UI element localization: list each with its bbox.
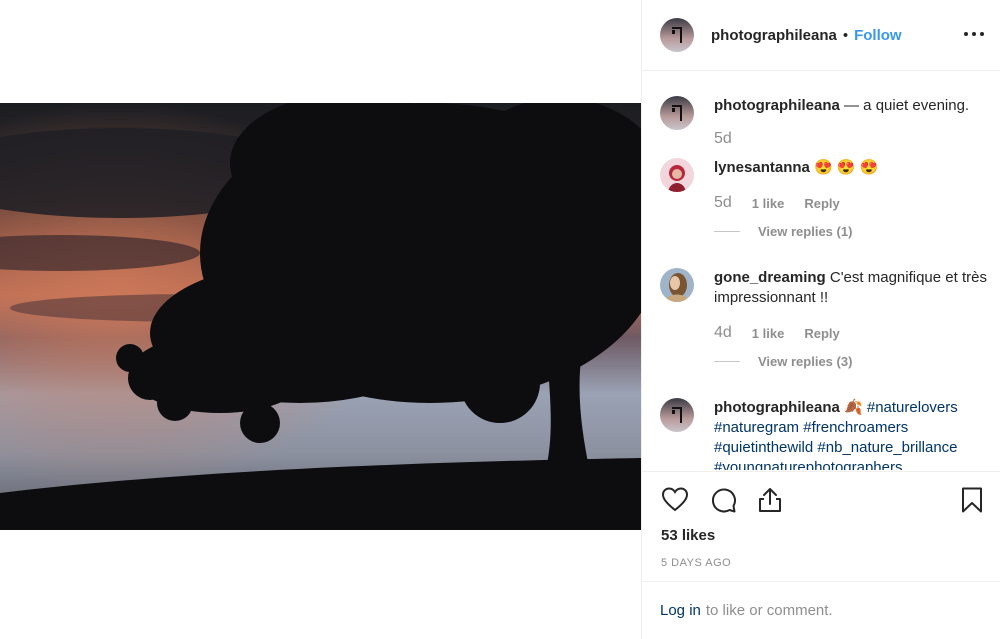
view-replies-label: View replies (1) — [758, 224, 853, 239]
follow-button[interactable]: Follow — [854, 27, 902, 44]
comment-username[interactable]: gone_dreaming — [714, 269, 826, 286]
bookmark-icon[interactable] — [958, 486, 986, 514]
avatar[interactable] — [660, 96, 694, 130]
avatar[interactable] — [660, 398, 694, 432]
view-replies-label: View replies (3) — [758, 354, 853, 369]
login-prompt: Log in to like or comment. — [642, 581, 1000, 639]
heart-icon[interactable] — [661, 486, 689, 514]
post-side-panel: photographileana • Follow photographilea… — [641, 0, 1000, 639]
comment-text: 😍 😍 😍 — [809, 159, 879, 176]
view-replies-button[interactable]: View replies (3) — [714, 354, 852, 369]
divider-line — [714, 231, 740, 232]
post-media — [0, 0, 641, 639]
comment-body: gone_dreaming C'est magnifique et très i… — [714, 268, 990, 308]
post-author-username[interactable]: photographileana — [711, 27, 837, 44]
caption-item: photographileana — a quiet evening. 5d — [660, 96, 990, 156]
comment-item: lynesantanna 😍 😍 😍 5d 1 like Reply View … — [660, 158, 990, 248]
comment-body: lynesantanna 😍 😍 😍 — [714, 158, 990, 178]
comment-item: photographileana 🍂 #naturelovers #nature… — [660, 398, 990, 470]
comment-likes[interactable]: 1 like — [752, 196, 785, 211]
post-time-ago[interactable]: 5 DAYS AGO — [661, 557, 731, 569]
avatar[interactable] — [660, 158, 694, 192]
comment-bubble-icon[interactable] — [709, 486, 737, 514]
hashtag-link[interactable]: #quietinthewild — [714, 439, 813, 456]
likes-count[interactable]: 53 likes — [661, 527, 715, 544]
comment-body: photographileana 🍂 #naturelovers #nature… — [714, 398, 990, 470]
reply-button[interactable]: Reply — [804, 326, 839, 341]
hashtag-link[interactable]: #naturelovers — [867, 399, 958, 416]
comment-meta: 4d 1 like Reply — [714, 324, 840, 342]
post-header: photographileana • Follow — [642, 0, 1000, 71]
avatar[interactable] — [660, 268, 694, 302]
avatar[interactable] — [660, 18, 694, 52]
share-icon[interactable] — [756, 486, 784, 514]
comment-username[interactable]: photographileana — [714, 399, 840, 416]
separator-dot: • — [842, 26, 849, 44]
post-photo[interactable] — [0, 103, 641, 530]
comment-username[interactable]: lynesantanna — [714, 159, 810, 176]
login-prompt-text: to like or comment. — [705, 602, 833, 619]
comment-username[interactable]: photographileana — [714, 97, 840, 114]
comment-likes[interactable]: 1 like — [752, 326, 785, 341]
comment-emoji: 🍂 — [839, 399, 867, 416]
comment-meta: 5d — [714, 130, 732, 148]
hashtag-link[interactable]: #frenchroamers — [803, 419, 908, 436]
comment-text: — a quiet evening. — [839, 97, 970, 114]
divider-line — [714, 361, 740, 362]
comment-meta: 5d 1 like Reply — [714, 194, 840, 212]
comment-time[interactable]: 5d — [714, 130, 732, 148]
comments-list[interactable]: photographileana — a quiet evening. 5d l… — [642, 72, 1000, 470]
reply-button[interactable]: Reply — [804, 196, 839, 211]
comment-time[interactable]: 5d — [714, 194, 732, 212]
comment-time[interactable]: 4d — [714, 324, 732, 342]
comment-item: gone_dreaming C'est magnifique et très i… — [660, 268, 990, 378]
view-replies-button[interactable]: View replies (1) — [714, 224, 852, 239]
hashtag-link[interactable]: #naturegram — [714, 419, 799, 436]
hashtag-link[interactable]: #youngnaturephotographers — [714, 459, 902, 470]
more-horizontal-icon[interactable] — [964, 24, 984, 44]
hashtag-link[interactable]: #nb_nature_brillance — [817, 439, 957, 456]
post-actions: 53 likes 5 DAYS AGO — [642, 471, 1000, 581]
caption-text: photographileana — a quiet evening. — [714, 96, 990, 116]
login-link[interactable]: Log in — [660, 602, 701, 619]
